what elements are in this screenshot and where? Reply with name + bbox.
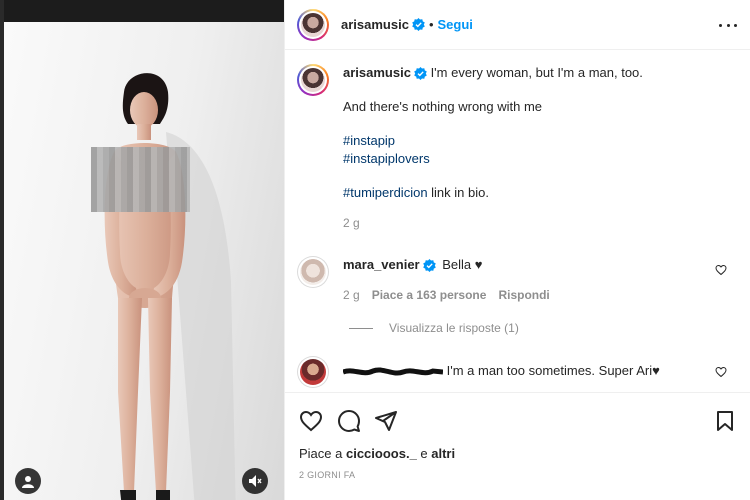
hashtag-link[interactable]: #instapip [343,132,643,150]
comment-actions: 2 g Piace a 163 persone Rispondi [343,286,550,304]
mute-button[interactable] [242,468,268,494]
speaker-muted-icon [249,475,262,487]
post-action-bar [285,392,750,448]
separator-dot: • [428,17,434,32]
comment-body: I'm a man too sometimes. Super Ari♥ [343,362,660,380]
caption-line-2: And there's nothing wrong with me [343,99,543,114]
comment-heart-icon[interactable] [715,264,727,276]
comment-icon[interactable] [337,409,361,433]
avatar-ring [298,257,328,287]
liker-username-link[interactable]: cicciooos._ [346,446,417,461]
comment-avatar[interactable] [297,256,329,288]
avatar-ring [299,66,327,94]
hashtag-link[interactable]: #instapiplovers [343,150,643,168]
censor-blur [91,147,190,212]
media-top-edge [0,0,284,22]
avatar-image [301,12,325,37]
verified-icon [414,67,427,81]
likes-middle: e [416,446,432,461]
comment-item: mara_venier Bella ♥ 2 g Piace a 163 pers… [297,256,737,304]
caption-line-1: I'm every woman, but I'm a man, too. [430,65,643,80]
post-photo [4,22,284,500]
tagged-user-button[interactable] [15,468,41,494]
verified-icon [422,259,436,273]
view-replies-label: Visualizza le risposte (1) [389,321,519,335]
post-timestamp: 2 GIORNI FA [299,470,356,480]
reply-button[interactable]: Rispondi [498,286,549,304]
comment-time: 2 g [343,288,360,302]
avatar[interactable] [297,8,329,41]
more-dot [734,23,737,27]
more-dot [726,23,730,27]
likes-summary: Piace a cicciooos._ e altri [299,446,455,461]
user-icon [22,476,34,488]
likes-prefix: Piace a [299,446,346,461]
more-icon[interactable] [719,18,737,32]
replies-line [349,327,373,329]
caption-body: arisamusic I'm every woman, but I'm a ma… [343,64,643,232]
view-replies-button[interactable]: Visualizza le risposte (1) [349,321,519,335]
caption-line-3: link in bio. [427,185,489,200]
caption-username[interactable]: arisamusic [343,65,411,80]
comment-text: Bella ♥ [442,257,483,272]
comment-likes-link[interactable]: Piace a 163 persone [372,286,487,304]
post-header: arisamusic • Segui [285,0,750,50]
more-dot [719,23,722,27]
avatar-ring [299,10,327,39]
comment-text: I'm a man too sometimes. Super Ari♥ [446,363,660,378]
post-caption: arisamusic I'm every woman, but I'm a ma… [297,64,737,232]
paper-plane-icon[interactable] [374,409,398,433]
comment-item: I'm a man too sometimes. Super Ari♥ [297,356,737,388]
heart-icon[interactable] [299,409,323,433]
photo-figure [104,73,236,500]
follow-button[interactable]: Segui [438,17,473,32]
username-link[interactable]: arisamusic [341,17,409,32]
caption-time: 2 g [343,216,360,230]
verified-icon [412,18,425,31]
comment-body: mara_venier Bella ♥ 2 g Piace a 163 pers… [343,256,550,304]
post-details-panel: arisamusic • Segui arisamusic I'm every … [284,0,750,500]
comment-avatar[interactable] [297,356,329,388]
comment-heart-icon[interactable] [715,366,727,378]
avatar-image [300,359,326,385]
hashtag-link[interactable]: #tumiperdicion [343,185,428,200]
avatar-ring [298,357,328,387]
bookmark-icon[interactable] [713,409,737,433]
redacted-username-scribble [343,367,443,376]
post-media[interactable] [0,0,284,500]
caption-avatar[interactable] [297,64,329,96]
comment-username[interactable]: mara_venier [343,257,420,272]
avatar-image [301,68,325,92]
avatar-image [300,259,326,285]
likes-others-link[interactable]: altri [431,446,455,461]
